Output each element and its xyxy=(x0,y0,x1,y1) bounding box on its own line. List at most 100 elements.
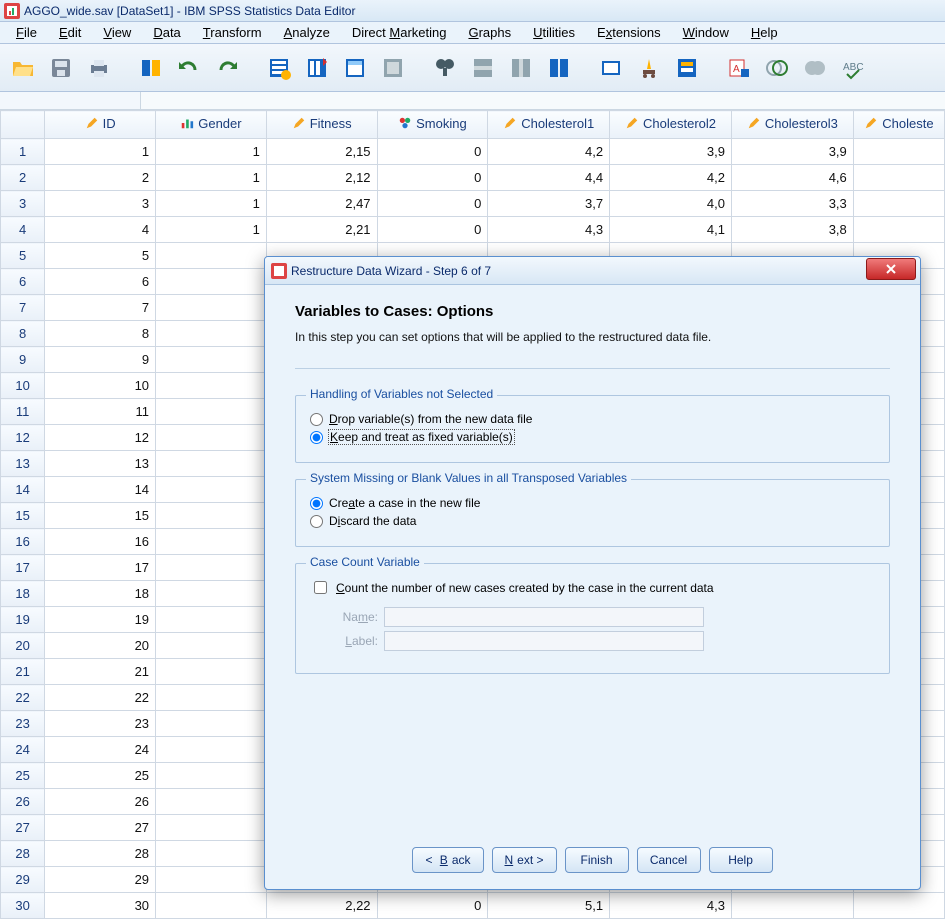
recall-dialog-icon[interactable] xyxy=(134,51,168,85)
row-header[interactable]: 4 xyxy=(1,217,45,243)
cell[interactable]: 23 xyxy=(45,711,156,737)
radio-keep-fixed[interactable] xyxy=(310,431,323,444)
cell[interactable] xyxy=(853,217,944,243)
variables-icon[interactable] xyxy=(338,51,372,85)
cell[interactable]: 27 xyxy=(45,815,156,841)
cell[interactable]: 1 xyxy=(156,139,267,165)
row-header[interactable]: 10 xyxy=(1,373,45,399)
cell[interactable] xyxy=(156,295,267,321)
table-row[interactable]: 3312,4703,74,03,3 xyxy=(1,191,945,217)
cell[interactable]: 2,22 xyxy=(266,893,377,919)
row-header[interactable]: 25 xyxy=(1,763,45,789)
cell[interactable]: 20 xyxy=(45,633,156,659)
cell[interactable]: 30 xyxy=(45,893,156,919)
table-row[interactable]: 2212,1204,44,24,6 xyxy=(1,165,945,191)
cell[interactable]: 22 xyxy=(45,685,156,711)
cell[interactable] xyxy=(156,763,267,789)
cell[interactable]: 13 xyxy=(45,451,156,477)
cell[interactable]: 4,2 xyxy=(488,139,610,165)
insert-cases-icon[interactable] xyxy=(466,51,500,85)
use-sets-icon[interactable]: A xyxy=(722,51,756,85)
row-header[interactable]: 16 xyxy=(1,529,45,555)
cell[interactable] xyxy=(853,139,944,165)
cell[interactable]: 19 xyxy=(45,607,156,633)
goto-variable-icon[interactable] xyxy=(300,51,334,85)
weight-cases-icon[interactable] xyxy=(594,51,628,85)
open-icon[interactable] xyxy=(6,51,40,85)
cell[interactable]: 25 xyxy=(45,763,156,789)
label-discard-data[interactable]: Discard the data xyxy=(329,514,416,528)
cell[interactable]: 3,9 xyxy=(731,139,853,165)
cell[interactable]: 18 xyxy=(45,581,156,607)
show-subset-icon[interactable] xyxy=(798,51,832,85)
cell[interactable] xyxy=(853,191,944,217)
cell[interactable]: 17 xyxy=(45,555,156,581)
cell[interactable] xyxy=(853,165,944,191)
print-icon[interactable] xyxy=(82,51,116,85)
cell[interactable] xyxy=(156,555,267,581)
col-header-c4[interactable]: Choleste xyxy=(853,111,944,139)
menu-data[interactable]: Data xyxy=(143,23,190,42)
label-drop-variables[interactable]: Drop variable(s) from the new data file xyxy=(329,412,532,426)
cell[interactable]: 3,7 xyxy=(488,191,610,217)
run-icon[interactable] xyxy=(376,51,410,85)
cell[interactable]: 0 xyxy=(377,165,488,191)
radio-drop-variables[interactable] xyxy=(310,413,323,426)
row-header[interactable]: 30 xyxy=(1,893,45,919)
row-header[interactable]: 28 xyxy=(1,841,45,867)
table-row[interactable]: 1112,1504,23,93,9 xyxy=(1,139,945,165)
cell[interactable]: 4,0 xyxy=(610,191,732,217)
menu-help[interactable]: Help xyxy=(741,23,788,42)
cell[interactable]: 4,1 xyxy=(610,217,732,243)
cell[interactable]: 15 xyxy=(45,503,156,529)
cell[interactable]: 4,6 xyxy=(731,165,853,191)
cell[interactable]: 4 xyxy=(45,217,156,243)
menu-view[interactable]: View xyxy=(93,23,141,42)
cell[interactable]: 1 xyxy=(45,139,156,165)
value-labels-icon[interactable] xyxy=(670,51,704,85)
col-header-id[interactable]: ID xyxy=(45,111,156,139)
row-header[interactable]: 1 xyxy=(1,139,45,165)
cell[interactable]: 26 xyxy=(45,789,156,815)
row-header[interactable]: 24 xyxy=(1,737,45,763)
cell[interactable] xyxy=(156,243,267,269)
col-header-smoking[interactable]: Smoking xyxy=(377,111,488,139)
cell[interactable]: 2,47 xyxy=(266,191,377,217)
row-header[interactable]: 5 xyxy=(1,243,45,269)
cell[interactable] xyxy=(156,633,267,659)
cell[interactable] xyxy=(156,503,267,529)
cell[interactable] xyxy=(156,685,267,711)
cell[interactable]: 0 xyxy=(377,139,488,165)
cell[interactable] xyxy=(156,451,267,477)
cell[interactable] xyxy=(156,711,267,737)
row-header[interactable]: 12 xyxy=(1,425,45,451)
table-row[interactable]: 4412,2104,34,13,8 xyxy=(1,217,945,243)
cell[interactable] xyxy=(156,841,267,867)
cell[interactable]: 3,8 xyxy=(731,217,853,243)
cell[interactable]: 10 xyxy=(45,373,156,399)
cell[interactable]: 3,9 xyxy=(610,139,732,165)
cell[interactable] xyxy=(156,373,267,399)
cell[interactable] xyxy=(156,321,267,347)
row-header[interactable]: 13 xyxy=(1,451,45,477)
checkbox-count-cases[interactable] xyxy=(314,581,327,594)
cell[interactable]: 1 xyxy=(156,165,267,191)
cell[interactable]: 8 xyxy=(45,321,156,347)
cell[interactable]: 5 xyxy=(45,243,156,269)
select-cases-icon[interactable] xyxy=(632,51,666,85)
cell[interactable]: 4,2 xyxy=(610,165,732,191)
cell[interactable] xyxy=(731,893,853,919)
row-header[interactable]: 15 xyxy=(1,503,45,529)
cell[interactable]: 2,15 xyxy=(266,139,377,165)
menu-transform[interactable]: Transform xyxy=(193,23,272,42)
cell[interactable]: 21 xyxy=(45,659,156,685)
menu-utilities[interactable]: Utilities xyxy=(523,23,585,42)
dialog-titlebar[interactable]: Restructure Data Wizard - Step 6 of 7 xyxy=(265,257,920,285)
table-row[interactable]: 30302,2205,14,3 xyxy=(1,893,945,919)
save-icon[interactable] xyxy=(44,51,78,85)
row-header[interactable]: 27 xyxy=(1,815,45,841)
cell[interactable]: 4,3 xyxy=(488,217,610,243)
split-file-icon[interactable] xyxy=(542,51,576,85)
row-header[interactable]: 17 xyxy=(1,555,45,581)
label-keep-fixed[interactable]: Keep and treat as fixed variable(s) xyxy=(329,430,514,444)
